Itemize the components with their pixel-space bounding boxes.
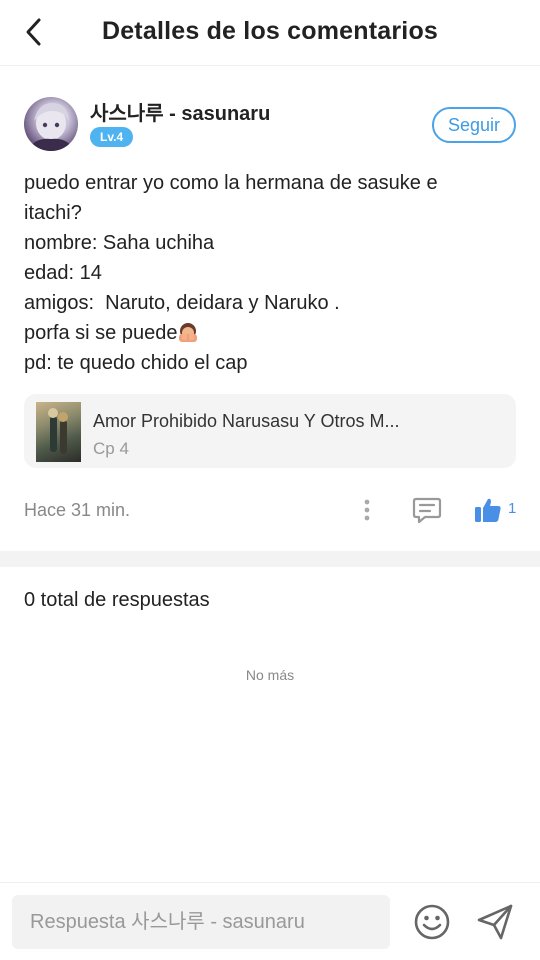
reply-bar: Respuesta 사스나루 - sasunaru <box>0 882 540 960</box>
chapter-number: Cp 4 <box>93 439 129 458</box>
reply-comment-icon <box>412 497 442 524</box>
avatar-image <box>28 103 74 151</box>
comment-text: puedo entrar yo como la hermana de sasuk… <box>24 168 504 378</box>
comment-line: edad: 14 <box>24 262 102 284</box>
author-name[interactable]: 사스나루 - sasunaru <box>90 97 270 126</box>
like-button[interactable] <box>473 495 503 525</box>
chapter-card[interactable]: Amor Prohibido Narusasu Y Otros M... Cp … <box>24 394 516 468</box>
comment-timestamp: Hace 31 min. <box>24 500 131 520</box>
level-badge: Lv.4 <box>90 127 134 147</box>
author-row: 사스나루 - sasunaru Lv.4 Seguir <box>24 97 516 153</box>
comment-line: porfa si se puede <box>24 322 178 344</box>
more-vertical-icon <box>364 499 370 521</box>
emoji-button[interactable] <box>413 903 451 941</box>
send-icon <box>477 904 513 940</box>
avatar[interactable] <box>24 97 78 151</box>
chapter-title: Amor Prohibido Narusasu Y Otros M... <box>93 411 400 431</box>
comment-line: nombre: Saha uchiha <box>24 232 215 254</box>
comment-meta: Hace 31 min. 1 <box>24 490 516 530</box>
comment-line-with-emoji: porfa si se puede <box>24 318 504 348</box>
comment-line: puedo entrar yo como la hermana de sasuk… <box>24 172 438 194</box>
comment-line: amigos: Naruto, deidara y Naruko . <box>24 292 340 314</box>
page-title: Detalles de los comentarios <box>101 17 439 45</box>
reply-input[interactable]: Respuesta 사스나루 - sasunaru <box>12 895 390 949</box>
follow-button[interactable]: Seguir <box>432 107 516 143</box>
send-button[interactable] <box>475 903 515 941</box>
no-more-label: No más <box>245 667 295 683</box>
thumbs-up-icon <box>475 498 501 522</box>
reply-button[interactable] <box>411 494 443 526</box>
chapter-thumbnail <box>36 402 81 462</box>
comment-line: pd: te quedo chido el cap <box>24 352 248 374</box>
section-divider <box>0 551 540 567</box>
more-options-button[interactable] <box>354 497 380 523</box>
comment-line: itachi? <box>24 202 82 224</box>
like-count: 1 <box>508 500 517 517</box>
face-with-hands-emoji-icon <box>179 323 198 342</box>
emoji-smile-icon <box>414 904 450 940</box>
total-replies-label: 0 total de respuestas <box>24 589 210 611</box>
top-bar: Detalles de los comentarios <box>0 0 540 66</box>
